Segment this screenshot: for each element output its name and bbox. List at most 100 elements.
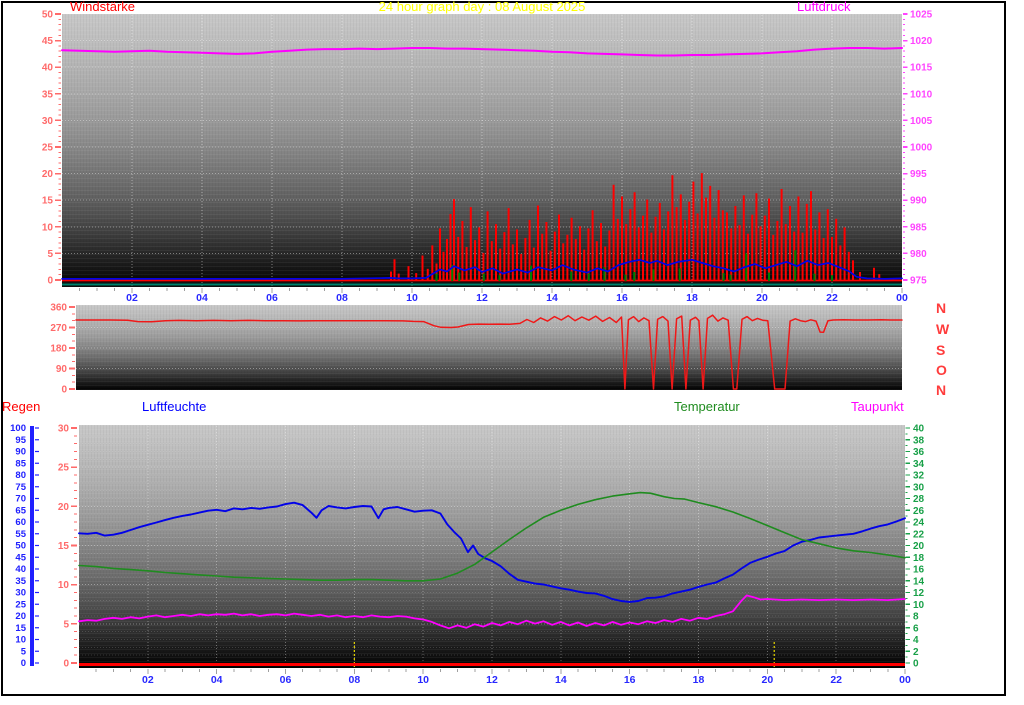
tick-label: 1000	[910, 143, 933, 154]
tick-label: 270	[50, 323, 67, 334]
tick-label: 36	[913, 447, 925, 458]
tick-label: 30	[42, 116, 54, 127]
tick-label: 20	[15, 611, 26, 622]
tick-label: 90	[15, 447, 26, 458]
tick-label: 1025	[910, 10, 933, 21]
tick-label: 360	[50, 303, 67, 314]
tick-label: 0	[47, 276, 53, 287]
tick-label: 18	[686, 292, 698, 304]
tick-label: 85	[15, 458, 26, 469]
tick-label: 45	[42, 36, 54, 47]
tick-label: 00	[896, 292, 908, 304]
x-axis-top: 02 04 06 08 10 12 14 16 18 20 22 00	[79, 288, 908, 304]
tick-label: 14	[913, 576, 925, 587]
tick-label: 50	[15, 541, 26, 552]
tick-label: 22	[826, 292, 838, 304]
x-axis-bottom: 02 04 06 08 10 12 14 16 18 20 22 00	[95, 669, 911, 686]
tick-label: 12	[913, 588, 925, 599]
tick-label: 70	[15, 494, 26, 505]
axis-rain-inner-left: 0 5 10 15 20 25 30	[58, 424, 77, 670]
tick-label: 04	[196, 292, 208, 304]
tick-label: 00	[899, 674, 911, 686]
tick-label: 5	[21, 646, 27, 657]
tick-label: 10	[15, 635, 26, 646]
axis-humidity-left: 0510152025303540455055606570758085909510…	[10, 423, 39, 669]
tick-label: 24	[913, 518, 925, 529]
tick-label: 20	[42, 169, 54, 180]
tick-label: 10	[42, 222, 54, 233]
tick-label: 30	[913, 482, 925, 493]
tick-label: 16	[913, 565, 925, 576]
tick-label: 08	[336, 292, 348, 304]
tick-label: 1005	[910, 116, 933, 127]
tick-label: 16	[616, 292, 628, 304]
tick-label: 10	[406, 292, 418, 304]
tick-label: 06	[266, 292, 278, 304]
tick-label: 12	[476, 292, 488, 304]
weather-graph-window: Windstärke 24 hour graph day : 08 August…	[0, 0, 1024, 705]
tick-label: 32	[913, 471, 925, 482]
tick-label: 0	[913, 659, 919, 670]
tick-label: 5	[63, 619, 69, 630]
tick-label: 985	[910, 222, 927, 233]
tick-label: 90	[56, 364, 68, 375]
tick-label: 5	[47, 249, 53, 260]
tick-label: 0	[63, 659, 69, 670]
tick-label: 20	[761, 674, 773, 686]
tick-label: 0	[61, 385, 67, 396]
tick-label: 30	[15, 588, 26, 599]
tick-label: 25	[15, 599, 26, 610]
tick-label: 34	[913, 459, 925, 470]
axis-temp-right: 0246810121416182022242628303234363840	[905, 424, 925, 670]
tick-label: 40	[15, 564, 26, 575]
tick-label: 995	[910, 169, 927, 180]
tick-label: 18	[693, 674, 705, 686]
tick-label: 20	[913, 541, 925, 552]
tick-label: 6	[913, 623, 919, 634]
tick-label: 40	[42, 63, 54, 74]
tick-label: 02	[142, 674, 154, 686]
tick-label: 38	[913, 435, 925, 446]
tick-label: 25	[42, 143, 54, 154]
tick-label: 8	[913, 612, 919, 623]
tick-label: 65	[15, 505, 26, 516]
tick-label: 14	[555, 674, 567, 686]
tick-label: 1010	[910, 89, 933, 100]
tick-label: 08	[348, 674, 360, 686]
tick-label: 180	[50, 344, 67, 355]
tick-label: 28	[913, 494, 925, 505]
tick-label: 10	[58, 580, 70, 591]
tick-label: 55	[15, 529, 26, 540]
tick-label: 15	[15, 623, 26, 634]
tick-label: 100	[10, 423, 26, 434]
gridlines	[62, 15, 905, 666]
tick-label: 80	[15, 470, 26, 481]
tick-label: 980	[910, 249, 927, 260]
tick-label: 45	[15, 552, 26, 563]
tick-label: 15	[58, 541, 70, 552]
tick-label: 14	[546, 292, 558, 304]
tick-label: 30	[58, 424, 70, 435]
tick-label: 25	[58, 463, 70, 474]
chart-canvas: 0510152025303540455097598098599099510001…	[10, 10, 933, 687]
tick-label: 15	[42, 196, 54, 207]
tick-label: 35	[15, 576, 26, 587]
tick-label: 26	[913, 506, 925, 517]
tick-label: 60	[15, 517, 26, 528]
axis-wind-left: 0 5 10 15 20 25 30 35 40 45 50	[42, 10, 61, 287]
tick-label: 4	[913, 635, 919, 646]
tick-label: 06	[280, 674, 292, 686]
panel-wind-direction	[75, 314, 903, 390]
tick-label: 22	[830, 674, 842, 686]
tick-label: 990	[910, 196, 927, 207]
tick-label: 04	[211, 674, 223, 686]
tick-label: 22	[913, 529, 925, 540]
tick-label: 10	[417, 674, 429, 686]
tick-label: 1015	[910, 63, 933, 74]
tick-label: 02	[126, 292, 138, 304]
tick-label: 18	[913, 553, 925, 564]
tick-label: 40	[913, 424, 925, 435]
tick-label: 35	[42, 89, 54, 100]
tick-label: 2	[913, 647, 919, 658]
tick-label: 75	[15, 482, 26, 493]
